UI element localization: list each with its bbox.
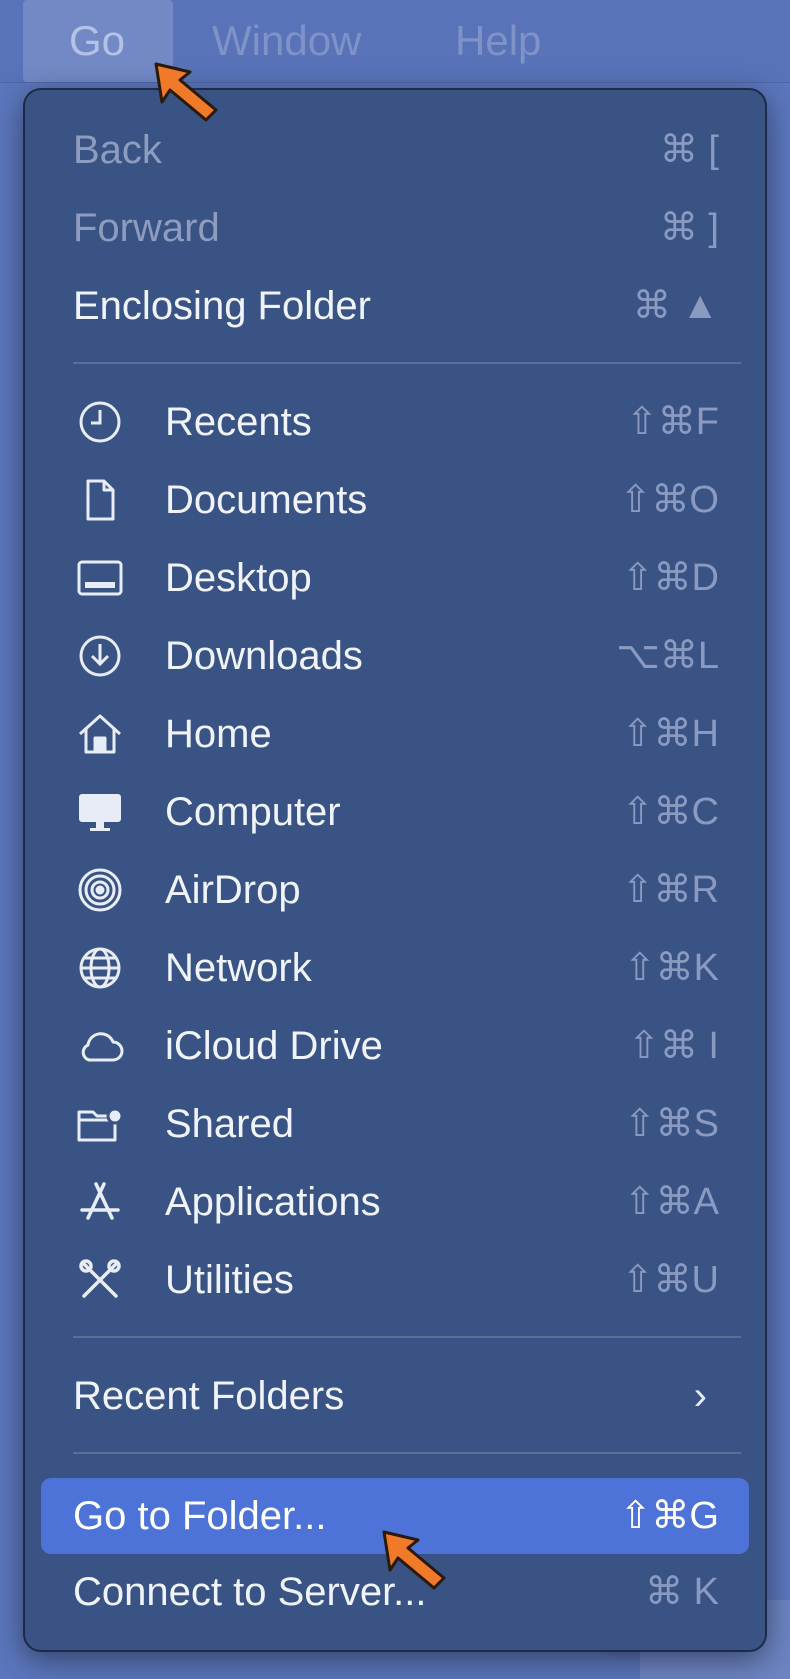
globe-icon bbox=[73, 944, 127, 992]
menu-bar: Go Window Help bbox=[0, 0, 790, 83]
menubar-window[interactable]: Window bbox=[212, 0, 361, 82]
menu-item-shortcut: ⇧⌘G bbox=[619, 1495, 719, 1537]
menu-item-label: Downloads bbox=[165, 634, 363, 678]
menu-item-label: Computer bbox=[165, 790, 341, 834]
menu-item-enclosing-folder[interactable]: Enclosing Folder ⌘ ▲ bbox=[25, 270, 765, 342]
menu-item-label: Applications bbox=[165, 1180, 381, 1224]
menu-item-desktop[interactable]: Desktop ⇧⌘D bbox=[25, 542, 765, 614]
menu-item-shortcut: ⌘ ▲ bbox=[632, 285, 719, 327]
menu-item-shortcut: ⇧⌘S bbox=[623, 1103, 719, 1145]
menu-item-shortcut: ⌥⌘L bbox=[616, 635, 719, 677]
utilities-icon bbox=[73, 1256, 127, 1304]
menu-item-label: Documents bbox=[165, 478, 368, 522]
menu-item-shortcut: ⇧⌘A bbox=[623, 1181, 719, 1223]
menu-item-label: Recent Folders bbox=[73, 1374, 345, 1418]
airdrop-icon bbox=[73, 866, 127, 914]
menu-item-recent-folders[interactable]: Recent Folders › bbox=[25, 1360, 765, 1432]
menu-item-label: Back bbox=[73, 128, 162, 172]
computer-icon bbox=[73, 788, 127, 836]
menu-item-shortcut: ⌘ K bbox=[645, 1571, 719, 1613]
desktop-icon bbox=[73, 554, 127, 602]
menu-item-documents[interactable]: Documents ⇧⌘O bbox=[25, 464, 765, 536]
menu-item-back[interactable]: Back ⌘ [ bbox=[25, 114, 765, 186]
clock-icon bbox=[73, 398, 127, 446]
menu-item-shortcut: ⌘ [ bbox=[659, 129, 719, 171]
menubar-help[interactable]: Help bbox=[455, 0, 541, 82]
shared-folder-icon bbox=[73, 1100, 127, 1148]
home-icon bbox=[73, 710, 127, 758]
menu-separator bbox=[73, 1336, 741, 1338]
menu-item-shortcut: ⇧⌘R bbox=[621, 869, 719, 911]
menu-item-airdrop[interactable]: AirDrop ⇧⌘R bbox=[25, 854, 765, 926]
menu-item-label: Go to Folder... bbox=[73, 1494, 327, 1538]
menu-item-label: Utilities bbox=[165, 1258, 294, 1302]
menu-item-shortcut: ⇧⌘O bbox=[619, 479, 719, 521]
chevron-right-icon: › bbox=[693, 1374, 707, 1418]
pointer-arrow-icon bbox=[154, 62, 218, 122]
menu-item-label: Forward bbox=[73, 206, 220, 250]
menu-item-home[interactable]: Home ⇧⌘H bbox=[25, 698, 765, 770]
cloud-icon bbox=[73, 1022, 127, 1070]
go-menu: Back ⌘ [ Forward ⌘ ] Enclosing Folder ⌘ … bbox=[23, 88, 767, 1652]
menu-item-shortcut: ⇧⌘D bbox=[621, 557, 719, 599]
menu-item-icloud-drive[interactable]: iCloud Drive ⇧⌘ I bbox=[25, 1010, 765, 1082]
menu-item-label: Enclosing Folder bbox=[73, 284, 371, 328]
menu-item-forward[interactable]: Forward ⌘ ] bbox=[25, 192, 765, 264]
menu-item-network[interactable]: Network ⇧⌘K bbox=[25, 932, 765, 1004]
menu-item-label: Shared bbox=[165, 1102, 294, 1146]
applications-icon bbox=[73, 1178, 127, 1226]
pointer-arrow-icon bbox=[382, 1530, 446, 1590]
menu-item-shortcut: ⇧⌘K bbox=[623, 947, 719, 989]
document-icon bbox=[73, 476, 127, 524]
menu-item-label: Recents bbox=[165, 400, 312, 444]
menu-item-shortcut: ⇧⌘U bbox=[621, 1259, 719, 1301]
menu-item-downloads[interactable]: Downloads ⌥⌘L bbox=[25, 620, 765, 692]
download-icon bbox=[73, 632, 127, 680]
menu-separator bbox=[73, 1452, 741, 1454]
menu-item-label: Network bbox=[165, 946, 312, 990]
menu-item-computer[interactable]: Computer ⇧⌘C bbox=[25, 776, 765, 848]
menu-item-recents[interactable]: Recents ⇧⌘F bbox=[25, 386, 765, 458]
menu-separator bbox=[73, 362, 741, 364]
menu-item-applications[interactable]: Applications ⇧⌘A bbox=[25, 1166, 765, 1238]
menu-item-label: Home bbox=[165, 712, 272, 756]
menu-item-shortcut: ⌘ ] bbox=[659, 207, 719, 249]
menu-item-utilities[interactable]: Utilities ⇧⌘U bbox=[25, 1244, 765, 1316]
menu-item-label: Connect to Server... bbox=[73, 1570, 427, 1614]
menu-item-label: Desktop bbox=[165, 556, 312, 600]
menu-item-shortcut: ⇧⌘F bbox=[625, 401, 719, 443]
menu-item-shared[interactable]: Shared ⇧⌘S bbox=[25, 1088, 765, 1160]
menu-item-shortcut: ⇧⌘ I bbox=[628, 1025, 719, 1067]
menu-item-label: AirDrop bbox=[165, 868, 301, 912]
menu-item-shortcut: ⇧⌘C bbox=[621, 791, 719, 833]
menu-item-label: iCloud Drive bbox=[165, 1024, 383, 1068]
menu-item-shortcut: ⇧⌘H bbox=[621, 713, 719, 755]
